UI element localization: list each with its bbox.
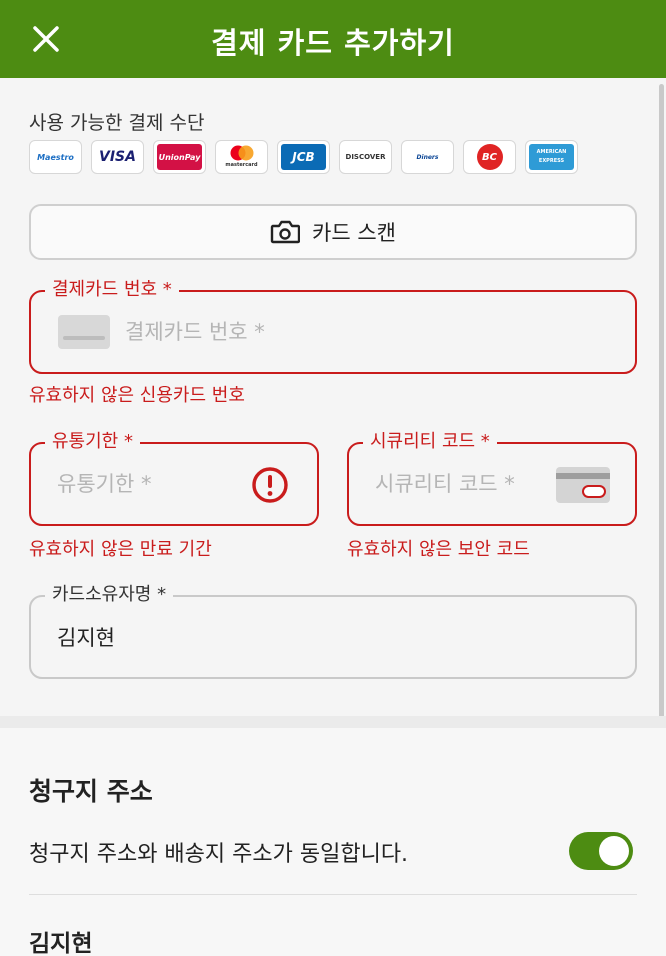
expiry-input[interactable] — [57, 444, 247, 524]
card-number-field: 결제카드 번호 * — [29, 277, 637, 374]
diners-logo-text: Diners — [416, 153, 439, 161]
app-header: 결제 카드 추가하기 — [0, 0, 666, 78]
toggle-knob — [599, 836, 629, 866]
mastercard-circles-icon — [229, 145, 255, 161]
camera-icon — [270, 220, 301, 244]
discover-logo: DISCOVER — [339, 140, 392, 174]
visa-logo-text: VISA — [99, 148, 136, 165]
bc-logo: BC — [463, 140, 516, 174]
payment-logos: Maestro VISA UnionPay mastercard JCB DISCOVER… — [29, 140, 578, 174]
amex-logo: AMERICAN EXPRESS — [525, 140, 578, 174]
cvv-card-icon — [556, 467, 610, 503]
payment-methods-label: 사용 가능한 결제 수단 — [29, 112, 205, 134]
card-number-input[interactable] — [125, 292, 619, 372]
amex-logo-text: AMERICAN EXPRESS — [536, 149, 567, 164]
discover-logo-text: DISCOVER — [345, 152, 386, 161]
same-address-toggle[interactable] — [569, 832, 633, 870]
card-holder-input[interactable] — [57, 597, 619, 677]
card-scan-label: 카드 스캔 — [312, 221, 396, 245]
security-code-field: 시큐리티 코드 * — [347, 429, 637, 526]
security-code-error: 유효하지 않은 보안 코드 — [347, 539, 530, 560]
billing-name: 김지현 — [29, 931, 93, 956]
diners-logo: Diners — [401, 140, 454, 174]
same-address-label: 청구지 주소와 배송지 주소가 동일합니다. — [29, 842, 409, 867]
card-scan-button[interactable]: 카드 스캔 — [29, 204, 637, 260]
maestro-logo: Maestro — [29, 140, 82, 174]
billing-address-title: 청구지 주소 — [29, 777, 153, 806]
card-holder-field: 카드소유자명 * — [29, 582, 637, 679]
section-divider — [0, 716, 666, 728]
mastercard-logo: mastercard — [215, 140, 268, 174]
card-number-error: 유효하지 않은 신용카드 번호 — [29, 385, 245, 406]
unionpay-logo-text: UnionPay — [158, 152, 201, 162]
divider — [29, 894, 637, 895]
unionpay-logo: UnionPay — [153, 140, 206, 174]
jcb-logo-text: JCB — [292, 149, 315, 164]
jcb-logo: JCB — [277, 140, 330, 174]
credit-card-icon — [58, 315, 110, 349]
expiry-error: 유효하지 않은 만료 기간 — [29, 539, 212, 560]
maestro-logo-text: Maestro — [37, 152, 74, 162]
security-code-input[interactable] — [375, 444, 555, 524]
error-icon — [252, 467, 288, 503]
visa-logo: VISA — [91, 140, 144, 174]
expiry-field: 유통기한 * — [29, 429, 319, 526]
add-payment-card-screen: 결제 카드 추가하기 사용 가능한 결제 수단 Maestro VISA Union… — [0, 0, 666, 956]
mastercard-logo-text: mastercard — [225, 161, 258, 168]
page-title: 결제 카드 추가하기 — [211, 26, 455, 60]
bc-logo-text: BC — [482, 151, 497, 163]
